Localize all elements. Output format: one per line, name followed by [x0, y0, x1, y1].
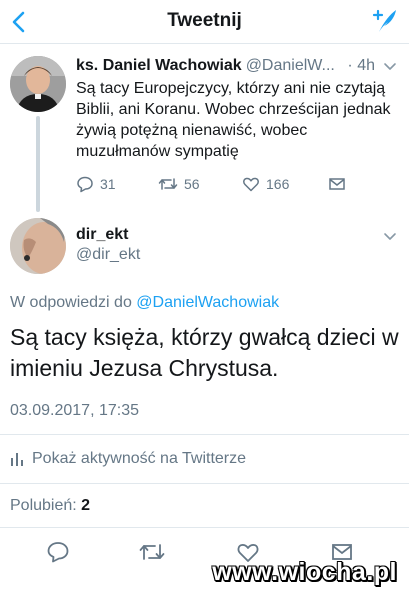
reply-action[interactable]: 31 [76, 174, 116, 194]
divider [0, 483, 409, 484]
envelope-icon [329, 178, 345, 190]
avatar[interactable] [10, 56, 66, 112]
reply-author-name[interactable]: dir_ekt [76, 226, 128, 244]
watermark: www.wiocha.pl [212, 558, 397, 586]
replying-to-line: W odpowiedzi do @DanielWachowiak [10, 294, 279, 312]
chevron-down-icon[interactable] [383, 60, 397, 74]
divider [0, 434, 409, 435]
retweet-action[interactable]: 56 [158, 174, 200, 194]
view-activity-label: Pokaż aktywność na Twitterze [32, 450, 247, 467]
compose-tweet-icon[interactable] [369, 6, 399, 36]
page-title: Tweetnij [167, 10, 242, 31]
parent-tweet-actions: 31 56 166 [76, 174, 366, 194]
like-count: 166 [266, 176, 290, 192]
likes-summary[interactable]: Polubień: 2 [10, 497, 90, 515]
thread-connector-line [36, 116, 40, 212]
reply-mention-link[interactable]: @DanielWachowiak [136, 294, 279, 311]
reply-tweet-text: Są tacy księża, którzy gwałcą dzieci w i… [10, 324, 399, 381]
view-activity-link[interactable]: Pokaż aktywność na Twitterze [10, 450, 246, 468]
retweet-icon[interactable] [138, 540, 166, 564]
likes-count: 2 [81, 497, 91, 514]
chevron-down-icon[interactable] [383, 230, 397, 244]
priest-avatar-image [10, 56, 66, 112]
parent-tweet-header: ks. Daniel Wachowiak @DanielW... · 4h [76, 57, 401, 77]
reply-icon[interactable] [46, 540, 70, 564]
avatar[interactable] [10, 218, 66, 274]
likes-label: Polubień: [10, 497, 77, 514]
replying-to-label: W odpowiedzi do [10, 294, 132, 311]
direct-message-action[interactable] [328, 174, 352, 194]
heart-icon [243, 177, 259, 192]
parent-tweet-text: Są tacy Europejczycy, którzy ani nie czy… [76, 80, 391, 160]
user-avatar-image [10, 218, 66, 274]
retweet-count: 56 [184, 176, 200, 192]
divider [0, 527, 409, 528]
like-action[interactable]: 166 [242, 174, 289, 194]
reply-count: 31 [100, 176, 116, 192]
tweet-time: · 4h [345, 57, 375, 75]
retweet-icon [158, 178, 178, 190]
author-handle[interactable]: @DanielW... [246, 57, 335, 74]
reply-author-handle[interactable]: @dir_ekt [76, 246, 140, 264]
top-bar: Tweetnij [0, 0, 409, 44]
tweet-date: 03.09.2017, 17:35 [10, 402, 140, 419]
author-name[interactable]: ks. Daniel Wachowiak [76, 57, 242, 74]
bar-chart-icon [11, 453, 23, 466]
reply-icon [77, 176, 93, 193]
